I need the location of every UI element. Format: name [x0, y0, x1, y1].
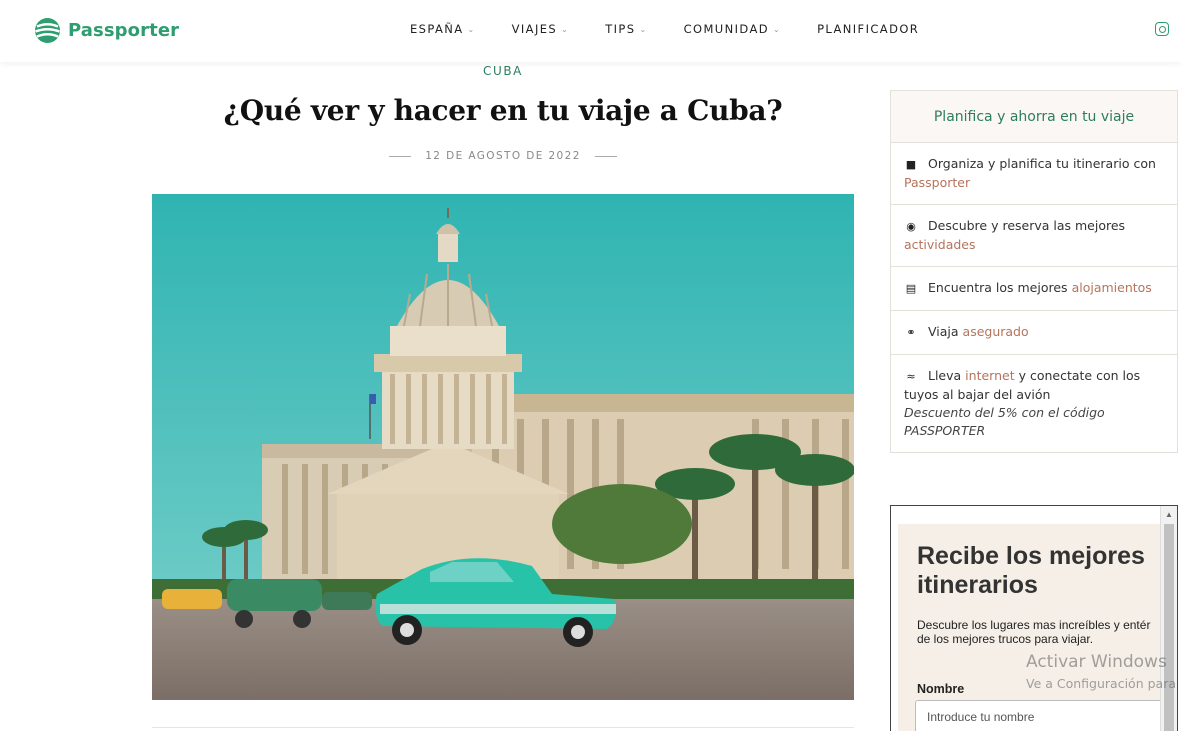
passporter-logo-icon [35, 18, 60, 43]
nav-label: COMUNIDAD [683, 22, 769, 36]
widget-item-text: Descubre y reserva las mejores [928, 218, 1126, 233]
discount-note: Descuento del 5% con el código PASSPORTE… [904, 405, 1105, 438]
name-input[interactable] [915, 700, 1165, 731]
widget-item-activities[interactable]: ◉ Descubre y reserva las mejores activida… [891, 205, 1177, 267]
scrollbar[interactable]: ▲ [1160, 506, 1177, 731]
widget-title: Planifica y ahorra en tu viaje [891, 91, 1177, 143]
nav-label: PLANIFICADOR [817, 22, 920, 36]
nav-label: VIAJES [511, 22, 558, 36]
widget-item-text: Organiza y planifica tu itinerario con [928, 156, 1156, 171]
article-date: 12 DE AGOSTO DE 2022 [425, 150, 581, 162]
instagram-icon[interactable] [1155, 22, 1169, 36]
nav-item-tips[interactable]: TIPS ⌄ [605, 22, 647, 36]
widget-link-passporter[interactable]: Passporter [904, 175, 970, 190]
widget-link-actividades[interactable]: actividades [904, 237, 976, 252]
widget-item-internet[interactable]: ≈ Lleva internet y conectate con los tuyo… [891, 355, 1177, 452]
main-nav: ESPAÑA ⌄ VIAJES ⌄ TIPS ⌄ COMUNIDAD ⌄ PLA… [410, 22, 955, 36]
widget-link-internet[interactable]: internet [965, 368, 1014, 383]
binoculars-icon: ◉ [906, 220, 916, 233]
widget-link-asegurado[interactable]: asegurado [963, 324, 1029, 339]
windows-activation-watermark: Activar Windows Ve a Configuración para [1026, 652, 1176, 691]
brand-logo[interactable]: Passporter [34, 17, 179, 44]
nav-item-comunidad[interactable]: COMUNIDAD ⌄ [684, 22, 782, 36]
nav-item-espana[interactable]: ESPAÑA ⌄ [410, 22, 476, 36]
nav-item-viajes[interactable]: VIAJES ⌄ [512, 22, 570, 36]
widget-link-alojamientos[interactable]: alojamientos [1072, 280, 1152, 295]
bed-icon: ▤ [905, 282, 917, 295]
widget-item-text: Viaja [928, 324, 959, 339]
widget-item-itinerary[interactable]: ■ Organiza y planifica tu itinerario con … [891, 143, 1177, 205]
scrollbar-thumb[interactable] [1164, 524, 1174, 731]
newsletter-frame: Recibe los mejores itinerarios Descubre … [890, 505, 1178, 731]
scroll-up-arrow-icon[interactable]: ▲ [1165, 510, 1173, 519]
nav-item-planificador[interactable]: PLANIFICADOR [817, 22, 919, 36]
stethoscope-icon: ⚭ [906, 326, 916, 339]
newsletter-form: Recibe los mejores itinerarios Descubre … [898, 524, 1165, 731]
newsletter-description-line: Descubre los lugares mas increíbles y en… [917, 618, 1151, 632]
widget-item-text: Lleva [928, 368, 962, 383]
widget-item-insurance[interactable]: ⚭ Viaja asegurado [891, 311, 1177, 355]
site-header: Passporter ESPAÑA ⌄ VIAJES ⌄ TIPS ⌄ COMU… [0, 0, 1181, 62]
article-title: ¿Qué ver y hacer en tu viaje a Cuba? [223, 94, 783, 127]
article-date-row: 12 DE AGOSTO DE 2022 [152, 150, 854, 162]
map-icon: ■ [905, 158, 917, 171]
chevron-down-icon: ⌄ [467, 24, 476, 34]
brand-name: Passporter [68, 20, 180, 41]
plan-widget: Planifica y ahorra en tu viaje ■ Organiza… [890, 90, 1178, 453]
divider [152, 727, 854, 728]
newsletter-title: Recibe los mejores itinerarios [917, 542, 1145, 599]
watermark-line: Ve a Configuración para [1026, 676, 1176, 691]
wifi-icon: ≈ [906, 370, 916, 383]
hero-image [152, 194, 854, 700]
widget-item-text: Encuentra los mejores [928, 280, 1068, 295]
newsletter-description: Descubre los lugares mas increíbles y en… [917, 618, 1177, 646]
chevron-down-icon: ⌄ [639, 24, 648, 34]
capitolio-havana-illustration [152, 194, 854, 700]
widget-item-lodging[interactable]: ▤ Encuentra los mejores alojamientos [891, 267, 1177, 311]
divider [389, 155, 412, 157]
divider [594, 155, 617, 157]
chevron-down-icon: ⌄ [772, 24, 782, 34]
chevron-down-icon: ⌄ [561, 24, 570, 34]
watermark-line: Activar Windows [1026, 652, 1167, 672]
nav-label: TIPS [605, 22, 636, 36]
nav-label: ESPAÑA [410, 22, 464, 36]
article-category[interactable]: CUBA [152, 64, 854, 78]
newsletter-description-line: de los mejores trucos para viajar. [917, 632, 1094, 646]
name-label: Nombre [917, 682, 965, 696]
